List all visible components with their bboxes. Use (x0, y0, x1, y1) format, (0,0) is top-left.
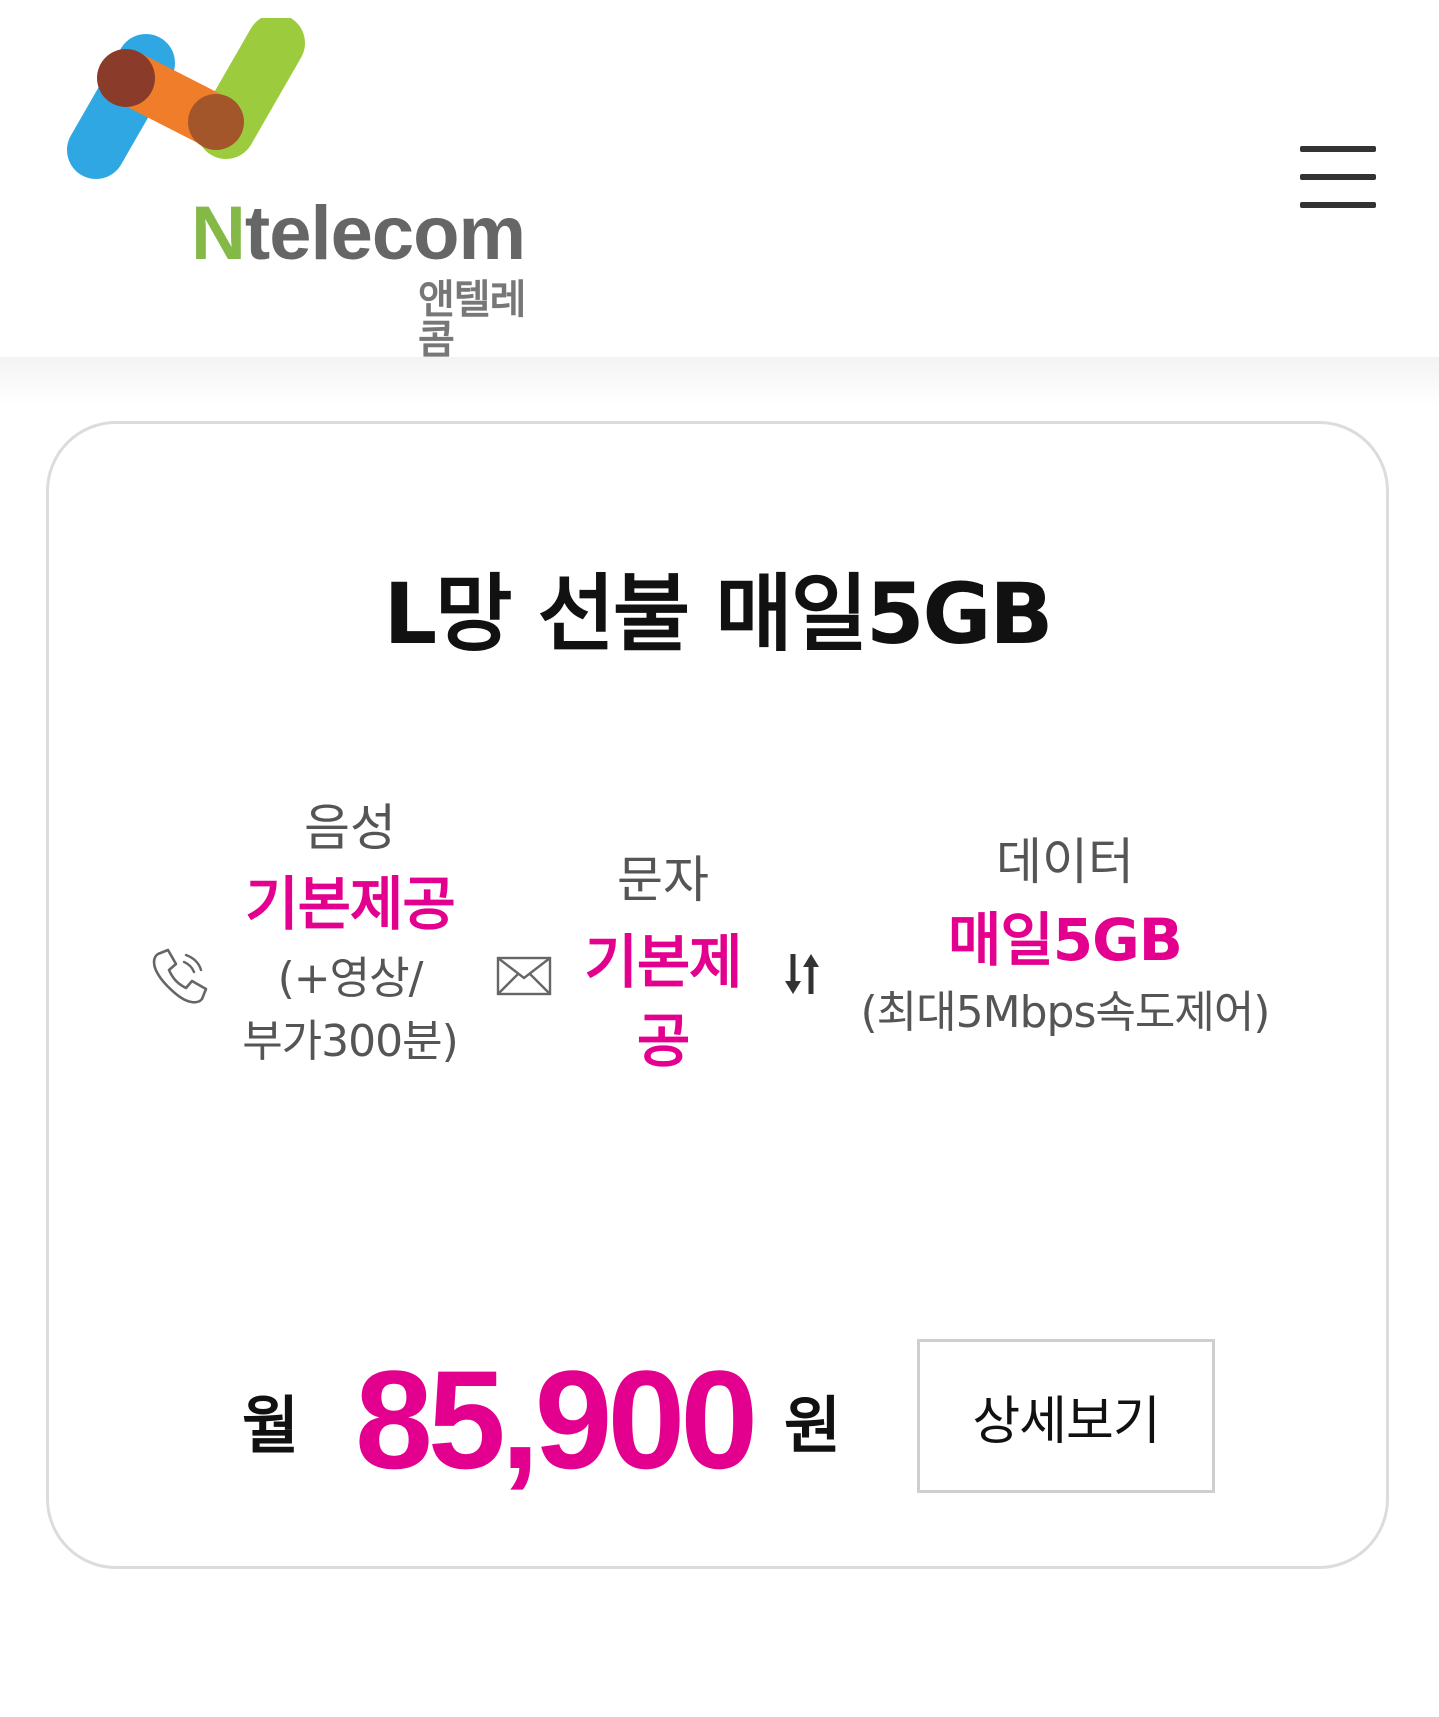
data-value: 매일5GB (948, 906, 1183, 974)
voice-note-line1: (+영상/ (277, 952, 424, 1004)
sms-label: 문자 (617, 851, 709, 909)
price-suffix: 원 (784, 1389, 842, 1462)
site-header: Ntelecom 앤텔레콤 (0, 0, 1439, 360)
sms-value-line2: 공 (636, 1006, 690, 1075)
voice-feature: 음성 기본제공 (+영상/ 부가300분) (200, 798, 500, 1074)
logo-mark-icon (67, 14, 305, 179)
data-feature: 데이터 매일5GB (최대5Mbps속도제어) (820, 832, 1310, 1044)
voice-note-line2: 부가300분) (242, 1016, 459, 1068)
plan-title: L망 선불 매일5GB (383, 565, 1054, 663)
data-note: (최대5Mbps속도제어) (860, 986, 1271, 1038)
price-prefix: 월 (242, 1389, 300, 1462)
header-shadow (0, 357, 1439, 405)
voice-label: 음성 (304, 799, 396, 857)
updown-arrows-icon (785, 954, 819, 994)
logo-text-ko: 앤텔레콤 (418, 277, 526, 363)
data-label: 데이터 (996, 833, 1134, 891)
sms-feature: 문자 기본제 공 (555, 850, 771, 1077)
sms-value-line1: 기본제 (584, 928, 742, 996)
hamburger-menu-icon[interactable] (1300, 146, 1376, 210)
detail-view-button[interactable]: 상세보기 (917, 1339, 1215, 1493)
price-amount: 85,900 (355, 1341, 758, 1498)
ntelecom-logo[interactable]: Ntelecom 앤텔레콤 (58, 14, 538, 360)
envelope-icon (496, 956, 552, 996)
voice-value: 기본제공 (245, 870, 455, 938)
logo-text-en: Ntelecom (191, 191, 526, 276)
